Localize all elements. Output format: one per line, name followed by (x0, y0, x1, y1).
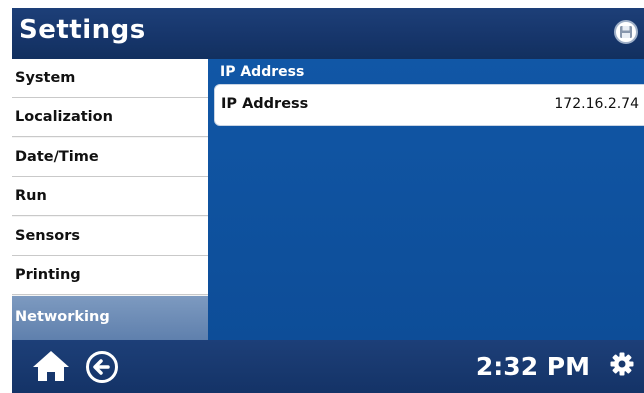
clock-display: 2:32 PM (475, 352, 590, 381)
app-frame: Settings System Localization Date/Time R… (12, 8, 644, 393)
home-icon (33, 351, 69, 381)
gear-icon (610, 352, 634, 376)
home-button[interactable] (32, 350, 70, 382)
sidebar-item-date-time[interactable]: Date/Time (12, 138, 208, 177)
ip-address-label: IP Address (221, 96, 309, 112)
sidebar-item-label: Printing (15, 267, 81, 283)
sidebar-item-networking[interactable]: Networking (12, 296, 208, 340)
sidebar-item-label: Sensors (15, 228, 80, 244)
settings-gear-button[interactable] (610, 352, 634, 376)
sidebar-item-label: Date/Time (15, 149, 99, 165)
sidebar: System Localization Date/Time Run Sensor… (12, 59, 208, 340)
header-bar: Settings (12, 8, 644, 59)
ip-address-row[interactable]: IP Address 172.16.2.74 (214, 84, 644, 126)
page-title: Settings (19, 15, 146, 45)
sidebar-item-label: Networking (15, 309, 110, 325)
footer-bar: 2:32 PM (12, 340, 644, 393)
sidebar-item-label: Run (15, 188, 47, 204)
sidebar-item-label: System (15, 70, 76, 86)
sidebar-item-printing[interactable]: Printing (12, 256, 208, 295)
main-content: IP Address IP Address 172.16.2.74 (208, 59, 644, 340)
save-button[interactable] (614, 20, 638, 44)
sidebar-item-label: Localization (15, 109, 113, 125)
sidebar-item-localization[interactable]: Localization (12, 98, 208, 137)
ip-address-value: 172.16.2.74 (554, 96, 639, 112)
section-title: IP Address (220, 64, 305, 80)
sidebar-item-sensors[interactable]: Sensors (12, 217, 208, 256)
back-arrow-icon (86, 351, 118, 383)
sidebar-item-run[interactable]: Run (12, 177, 208, 216)
back-button[interactable] (85, 350, 119, 384)
sidebar-item-system[interactable]: System (12, 59, 208, 98)
floppy-disk-icon (620, 26, 632, 38)
